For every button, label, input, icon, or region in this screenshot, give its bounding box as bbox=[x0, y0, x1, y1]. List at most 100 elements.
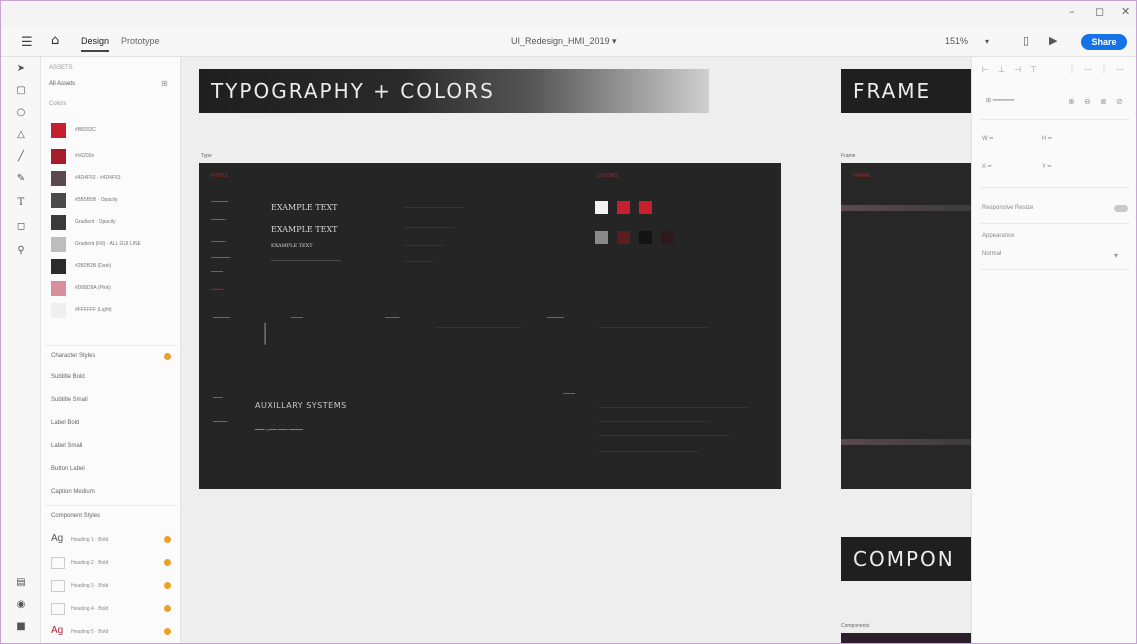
status-dot-icon bbox=[164, 559, 171, 566]
minimize-icon[interactable]: – bbox=[1069, 5, 1075, 18]
zoom-dropdown-icon[interactable]: ▾ bbox=[985, 37, 989, 46]
grid-view-icon[interactable]: ⊞ bbox=[161, 79, 168, 88]
select-tool-icon[interactable]: ➤ bbox=[1, 63, 41, 74]
artboard-label-type[interactable]: Type bbox=[201, 153, 212, 159]
typography-banner[interactable]: TYPOGRAPHY + COLORS bbox=[199, 69, 709, 113]
boolean-exclude-icon[interactable]: ⊘ bbox=[1116, 97, 1123, 106]
width-field[interactable]: W ━ bbox=[982, 135, 993, 142]
responsive-resize-toggle[interactable] bbox=[1114, 205, 1128, 212]
swatch-label: #D68D9A (Pink) bbox=[75, 285, 111, 291]
typography-banner-title: TYPOGRAPHY + COLORS bbox=[211, 79, 495, 103]
color-swatch[interactable]: Gradient · Opacity bbox=[49, 215, 173, 233]
character-style-item[interactable]: Label Small bbox=[45, 436, 177, 458]
color-swatch[interactable]: #2B2B2B (Dark) bbox=[49, 259, 173, 277]
color-chip-red-2[interactable] bbox=[639, 201, 652, 214]
properties-panel: ⊢ ⊥ ⊣ ⊤ ⋮ ⋯ ⋮ ⋯ ⊞ ━━━━━━ ⊕ ⊖ ⊗ ⊘ W ━ H ━… bbox=[971, 57, 1136, 643]
home-icon[interactable]: ⌂ bbox=[51, 33, 59, 48]
appearance-label: Appearance bbox=[982, 233, 1015, 239]
distribute-h-icon[interactable]: ⋯ bbox=[1084, 65, 1092, 74]
frame-artboard[interactable]: FRAME bbox=[841, 163, 971, 489]
character-style-item[interactable]: Label Bold bbox=[45, 413, 177, 435]
assets-icon[interactable]: ▤ bbox=[1, 577, 41, 588]
color-swatch[interactable]: Gradient (Fill) · ALL GUI LINE bbox=[49, 237, 173, 255]
pen-tool-icon[interactable]: ✎ bbox=[1, 173, 41, 184]
character-styles-header[interactable]: Character Styles bbox=[45, 345, 177, 367]
distribute-v-icon[interactable]: ⋮ bbox=[1100, 65, 1108, 74]
line-tool-icon[interactable]: ╱ bbox=[1, 151, 41, 162]
color-chip-gray[interactable] bbox=[595, 231, 608, 244]
align-right-icon[interactable]: ⊣ bbox=[1014, 65, 1021, 74]
text-tool-icon[interactable]: T bbox=[1, 197, 41, 208]
character-style-item[interactable]: Caption Medium bbox=[45, 482, 177, 504]
align-top-icon[interactable]: ⊤ bbox=[1030, 65, 1037, 74]
auxillary-systems-text[interactable]: AUXILLARY SYSTEMS bbox=[255, 401, 347, 410]
boolean-intersect-icon[interactable]: ⊗ bbox=[1100, 97, 1107, 106]
blend-mode-select[interactable]: Normal bbox=[982, 251, 1001, 257]
zoom-tool-icon[interactable]: ⚲ bbox=[1, 245, 41, 256]
plugins-icon[interactable]: ■ bbox=[1, 621, 41, 632]
chevron-down-icon[interactable]: ▾ bbox=[1114, 251, 1118, 260]
color-chip-red[interactable] bbox=[617, 201, 630, 214]
y-field[interactable]: Y ━ bbox=[1042, 163, 1051, 170]
align-center-icon[interactable]: ⊥ bbox=[998, 65, 1005, 74]
repeat-grid-field[interactable]: ⊞ ━━━━━━ bbox=[986, 97, 1014, 104]
more-align-icon[interactable]: ⋯ bbox=[1116, 65, 1124, 74]
components-banner[interactable]: COMPON bbox=[841, 537, 971, 581]
color-swatch[interactable]: #D68D9A (Pink) bbox=[49, 281, 173, 299]
boolean-subtract-icon[interactable]: ⊖ bbox=[1084, 97, 1091, 106]
component-style-item[interactable]: Heading 3 · Bold bbox=[45, 575, 177, 597]
close-icon[interactable]: ✕ bbox=[1121, 5, 1130, 18]
color-chip-black[interactable] bbox=[639, 231, 652, 244]
design-canvas[interactable]: TYPOGRAPHY + COLORS FRAME COMPON Type Fr… bbox=[181, 57, 971, 643]
polygon-tool-icon[interactable]: △ bbox=[1, 129, 41, 140]
height-field[interactable]: H ━ bbox=[1042, 135, 1052, 142]
component-style-item[interactable]: Ag Heading 5 · Bold bbox=[45, 621, 177, 643]
character-style-item[interactable]: Subtitle Bold bbox=[45, 367, 177, 389]
zoom-level[interactable]: 151% bbox=[945, 36, 968, 46]
maximize-icon[interactable]: ◻ bbox=[1095, 5, 1104, 18]
example-text-1[interactable]: EXAMPLE TEXT bbox=[271, 203, 338, 212]
frame-heading: FRAME bbox=[853, 173, 871, 179]
color-swatch[interactable]: #c6202e bbox=[49, 149, 173, 167]
character-style-label: Caption Medium bbox=[51, 489, 95, 495]
frame-banner[interactable]: FRAME bbox=[841, 69, 971, 113]
document-title[interactable]: UI_Redesign_HMI_2019 ▾ bbox=[511, 36, 617, 47]
color-swatch[interactable]: #4D4F53 · #4D4F53 bbox=[49, 171, 173, 189]
color-chip-dark-red[interactable] bbox=[617, 231, 630, 244]
color-chip-white[interactable] bbox=[595, 201, 608, 214]
artboard-tool-icon[interactable]: ◻ bbox=[1, 221, 41, 232]
x-field[interactable]: X ━ bbox=[982, 163, 991, 170]
tab-design[interactable]: Design bbox=[81, 36, 110, 52]
color-swatch[interactable]: #5B5B5B · Opacity bbox=[49, 193, 173, 211]
frame-banner-title: FRAME bbox=[853, 79, 932, 103]
ellipse-tool-icon[interactable]: ○ bbox=[1, 107, 41, 118]
color-chip-deep[interactable] bbox=[661, 231, 674, 244]
artboard-label-frame[interactable]: Frame bbox=[841, 153, 855, 159]
components-artboard[interactable] bbox=[841, 633, 971, 643]
component-style-item[interactable]: Heading 4 · Bold bbox=[45, 598, 177, 620]
tab-prototype[interactable]: Prototype bbox=[121, 36, 160, 46]
red-rule bbox=[599, 435, 729, 436]
hamburger-icon[interactable]: ☰ bbox=[21, 35, 33, 50]
boolean-add-icon[interactable]: ⊕ bbox=[1068, 97, 1075, 106]
artboard-label-components[interactable]: Components bbox=[841, 623, 869, 629]
example-text-3[interactable]: EXAMPLE TEXT bbox=[271, 243, 313, 249]
rectangle-tool-icon[interactable]: ▢ bbox=[1, 85, 41, 96]
color-swatch[interactable]: #B8202C bbox=[49, 123, 173, 141]
component-styles-header[interactable]: Component Styles bbox=[45, 505, 177, 527]
typography-artboard[interactable]: FONTS ━━━━━━━ ━━━━━━ ━━━━━━ ━━━━━━━━ ━━━… bbox=[199, 163, 781, 489]
fonts-heading: FONTS bbox=[211, 173, 228, 179]
example-text-2[interactable]: EXAMPLE TEXT bbox=[271, 225, 338, 234]
component-style-item[interactable]: Heading 2 · Bold bbox=[45, 552, 177, 574]
library-selector[interactable]: All Assets bbox=[49, 81, 75, 87]
layers-icon[interactable]: ◉ bbox=[1, 599, 41, 610]
color-swatch[interactable]: #FFFFFF (Light) bbox=[49, 303, 173, 321]
distribute-icon[interactable]: ⋮ bbox=[1068, 65, 1076, 74]
character-style-item[interactable]: Subtitle Small bbox=[45, 390, 177, 412]
share-button[interactable]: Share bbox=[1081, 34, 1127, 50]
align-left-icon[interactable]: ⊢ bbox=[982, 65, 989, 74]
character-style-item[interactable]: Button Label bbox=[45, 459, 177, 481]
component-style-item[interactable]: Ag Heading 1 · Bold bbox=[45, 529, 177, 551]
device-preview-icon[interactable]: ▯ bbox=[1023, 34, 1029, 47]
play-icon[interactable]: ▶ bbox=[1049, 34, 1057, 47]
